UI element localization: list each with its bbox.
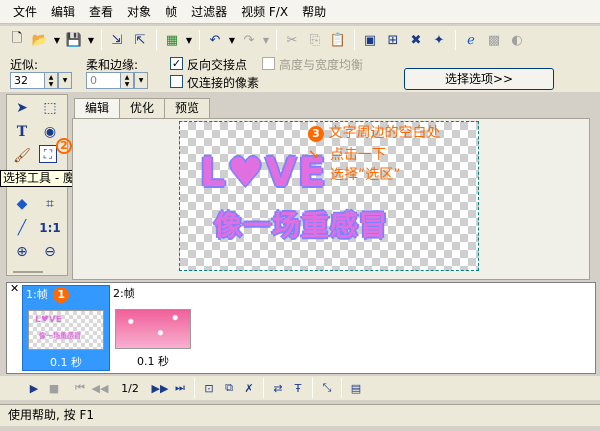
delete-frame-icon[interactable]: ✗ xyxy=(239,378,259,398)
tab-optimize[interactable]: 优化 xyxy=(119,98,166,118)
status-bar: 使用帮助, 按 F1 xyxy=(0,404,600,426)
frame-2[interactable]: 2:帧 0.1 秒 xyxy=(110,285,198,371)
menu-frame[interactable]: 帧 xyxy=(158,2,184,22)
cut-icon[interactable]: ✂ xyxy=(281,29,303,51)
menu-bar: 文件 编辑 查看 对象 帧 过滤器 视频 F/X 帮助 xyxy=(0,0,600,24)
undo-icon[interactable]: ↶ xyxy=(204,29,226,51)
browser-icon[interactable]: ℯ xyxy=(460,29,482,51)
playback-bar: ▶ ■ ⏮ ◀◀ 1/2 ▶▶ ⏭ ⊡ ⧉ ✗ ⇄ Ŧ ⤡ ▤ xyxy=(0,376,600,400)
zoom-out-icon[interactable]: ⊖ xyxy=(39,241,61,263)
delete-icon[interactable]: ✖ xyxy=(405,29,427,51)
text-tool-icon[interactable]: T xyxy=(11,121,33,143)
save-dropdown-icon[interactable]: ▼ xyxy=(86,29,96,51)
step3-line-2: 点击一下 xyxy=(330,147,386,163)
pointer-icon[interactable]: ➤ xyxy=(11,97,33,119)
reverse-icon[interactable]: ⤡ xyxy=(317,378,337,398)
step3-marker: 3 xyxy=(308,126,324,142)
tab-preview[interactable]: 预览 xyxy=(164,98,211,118)
text-effect-icon[interactable]: Ŧ xyxy=(288,378,308,398)
tab-edit[interactable]: 编辑 xyxy=(74,98,121,119)
fill-icon[interactable]: ◆ xyxy=(11,193,33,215)
brush-icon[interactable]: 🖌 xyxy=(11,145,33,167)
step3-annotation: 3 文字周边的空白处 xyxy=(308,124,440,143)
zoom-in-icon[interactable]: ⊕ xyxy=(11,241,33,263)
export-icon[interactable]: ⇱ xyxy=(129,29,151,51)
undo-dropdown-icon[interactable]: ▼ xyxy=(227,29,237,51)
crop-icon[interactable]: ⬚ xyxy=(39,97,61,119)
disabled-icon[interactable]: ▩ xyxy=(483,29,505,51)
frame-2-thumbnail xyxy=(115,309,191,349)
step2-marker: 2 xyxy=(56,136,72,155)
menu-view[interactable]: 查看 xyxy=(82,2,120,22)
tolerance-dropdown-icon[interactable]: ▼ xyxy=(58,72,72,89)
redo-dropdown-icon[interactable]: ▼ xyxy=(261,29,271,51)
image-canvas[interactable]: L♥VE 像一场重感冒 3 文字周边的空白处 ➘ 点击一下 选择“选区” xyxy=(179,121,479,271)
actual-size-icon[interactable]: 1:1 xyxy=(39,217,61,239)
frame-1-thumbnail: L♥VE 像一场重感冒 xyxy=(28,310,104,350)
step3-line-1: 文字周边的空白处 xyxy=(328,125,441,141)
previous-frame-icon[interactable]: ◀◀ xyxy=(90,378,110,398)
new-icon[interactable]: 🗋 xyxy=(6,29,28,51)
antialias-checkbox[interactable]: ✓ xyxy=(170,57,183,70)
add-frame-icon[interactable]: ⊡ xyxy=(199,378,219,398)
frame-properties-icon[interactable]: ▤ xyxy=(346,378,366,398)
panel-divider xyxy=(13,271,43,273)
redo-icon[interactable]: ↷ xyxy=(238,29,260,51)
step3-arrow-icon: ➘ xyxy=(308,147,320,163)
play-icon[interactable]: ▶ xyxy=(24,378,44,398)
feather-spinner[interactable]: ▲ ▼ xyxy=(120,72,134,89)
save-icon[interactable]: 💾 xyxy=(63,29,85,51)
step1-marker: 1 xyxy=(53,287,70,303)
antialias-label: 反向交接点 xyxy=(187,58,248,72)
subtitle-text: 像一场重感冒 xyxy=(214,209,389,242)
prev-frame-icon[interactable]: ▣ xyxy=(359,29,381,51)
equal-size-label: 高度与宽度均衡 xyxy=(279,58,364,72)
stop-icon[interactable]: ■ xyxy=(44,378,64,398)
copy-icon[interactable]: ⎘ xyxy=(304,29,326,51)
paste-icon[interactable]: 📋 xyxy=(327,29,349,51)
toolbar: 🗋 📂 ▼ 💾 ▼ ⇲ ⇱ ▦ ▼ ↶ ▼ ↷ ▼ ✂ ⎘ 📋 ▣ ⊞ ✖ ✦ … xyxy=(0,26,600,54)
menu-filter[interactable]: 过滤器 xyxy=(184,2,234,22)
magic-wand-icon[interactable]: ⛶ xyxy=(39,145,57,163)
frame-1-time: 0.1 秒 xyxy=(50,356,82,369)
contiguous-label: 仅连接的像素 xyxy=(187,76,260,90)
frame-counter: 1/2 xyxy=(121,381,139,395)
next-frame-icon[interactable]: ▶▶ xyxy=(150,378,170,398)
menu-file[interactable]: 文件 xyxy=(6,2,44,22)
frame-1[interactable]: 1:帧 1 L♥VE 像一场重感冒 0.1 秒 xyxy=(22,285,110,371)
effect-icon[interactable]: ✦ xyxy=(428,29,450,51)
contiguous-checkbox[interactable] xyxy=(170,75,183,88)
equal-size-checkbox[interactable] xyxy=(262,57,275,70)
color-dropdown-icon[interactable]: ▼ xyxy=(184,29,194,51)
import-icon[interactable]: ⇲ xyxy=(106,29,128,51)
feather-dropdown-icon[interactable]: ▼ xyxy=(134,72,148,89)
tolerance-spinner[interactable]: ▲ ▼ xyxy=(44,72,58,89)
open-icon[interactable]: 📂 xyxy=(29,29,51,51)
close-icon[interactable]: ✕ xyxy=(10,282,19,295)
menu-help[interactable]: 帮助 xyxy=(295,2,333,22)
frame-2-time: 0.1 秒 xyxy=(137,355,169,368)
tolerance-label: 近似: xyxy=(10,58,39,72)
insert-frame-icon[interactable]: ⊞ xyxy=(382,29,404,51)
settings-icon[interactable]: ◐ xyxy=(506,29,528,51)
duplicate-frame-icon[interactable]: ⧉ xyxy=(219,378,239,398)
eyedropper-icon[interactable]: ╱ xyxy=(11,217,33,239)
menu-object[interactable]: 对象 xyxy=(120,2,158,22)
feather-label: 柔和边缘: xyxy=(86,58,139,72)
menu-edit[interactable]: 编辑 xyxy=(44,2,82,22)
tool-options-bar: 近似: 柔和边缘: 32 ▲ ▼ ▼ 0 ▲ ▼ ▼ ✓ 反向交接点 高度与宽度均衡… xyxy=(0,54,600,92)
open-dropdown-icon[interactable]: ▼ xyxy=(52,29,62,51)
first-frame-icon[interactable]: ⏮ xyxy=(70,378,90,398)
menu-video-fx[interactable]: 视频 F/X xyxy=(234,2,295,22)
select-options-button[interactable]: 选择选项>> xyxy=(404,68,554,90)
editor-tabs: 编辑 优化 预览 xyxy=(74,98,211,119)
resize-icon[interactable]: ⌗ xyxy=(39,193,61,215)
last-frame-icon[interactable]: ⏭ xyxy=(170,378,190,398)
frame-1-header: 1:帧 1 xyxy=(23,286,109,304)
frame-2-header: 2:帧 xyxy=(113,287,135,300)
tween-icon[interactable]: ⇄ xyxy=(268,378,288,398)
color-icon[interactable]: ▦ xyxy=(161,29,183,51)
step3-line-3: 选择“选区” xyxy=(330,167,401,183)
